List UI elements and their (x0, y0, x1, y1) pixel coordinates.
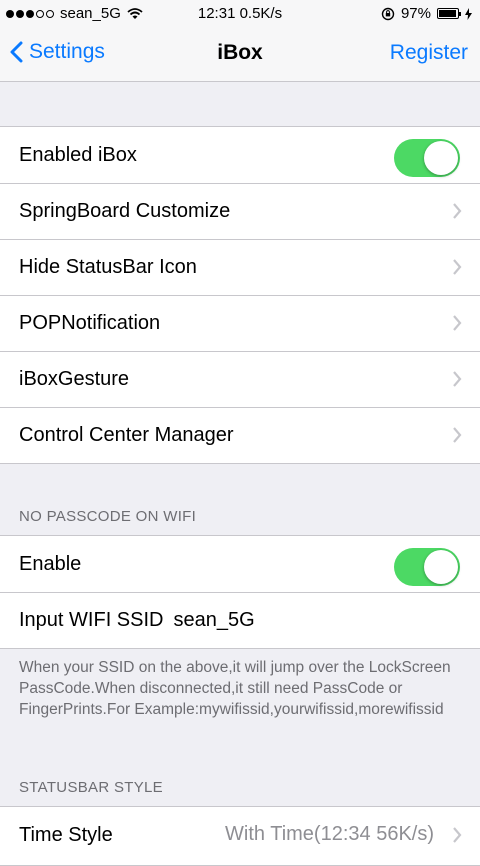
statusbar-style-header: STATUSBAR STYLE (19, 779, 163, 796)
battery-percent: 97% (400, 5, 431, 22)
battery-icon (437, 8, 461, 19)
chevron-right-icon (453, 259, 462, 275)
status-bar: sean_5G 12:31 0.5K/s 97% (0, 0, 480, 28)
row-label: iBoxGesture (19, 367, 130, 390)
register-button[interactable]: Register (390, 41, 468, 65)
iboxgesture-row[interactable]: iBoxGesture (0, 351, 480, 407)
wifi-ssid-row[interactable]: Input WIFI SSID sean_5G (0, 592, 480, 648)
statusbar-style-group: Time Style With Time(12:34 56K/s) (0, 806, 480, 866)
row-label: Control Center Manager (19, 423, 234, 446)
popnotification-row[interactable]: POPNotification (0, 295, 480, 351)
hide-statusbar-icon-row[interactable]: Hide StatusBar Icon (0, 239, 480, 295)
wifi-enable-toggle[interactable] (394, 548, 460, 586)
time-style-row[interactable]: Time Style With Time(12:34 56K/s) (0, 807, 480, 863)
enabled-ibox-row: Enabled iBox (0, 127, 480, 183)
status-bar-right: 97% (381, 5, 472, 22)
rotation-lock-icon (381, 7, 395, 20)
chevron-right-icon (453, 827, 462, 843)
wifi-enable-label: Enable (19, 552, 82, 575)
bolt-icon (465, 7, 472, 20)
control-center-manager-row[interactable]: Control Center Manager (0, 407, 480, 463)
chevron-right-icon (453, 315, 462, 331)
enabled-ibox-label: Enabled iBox (19, 143, 137, 166)
wifi-ssid-input[interactable]: sean_5G (173, 609, 254, 632)
springboard-customize-row[interactable]: SpringBoard Customize (0, 183, 480, 239)
main-settings-group: Enabled iBox SpringBoard Customize Hide … (0, 126, 480, 464)
wifi-enable-row: Enable (0, 536, 480, 592)
wifi-settings-group: Enable Input WIFI SSID sean_5G (0, 535, 480, 649)
time-style-label: Time Style (19, 823, 113, 846)
chevron-right-icon (453, 371, 462, 387)
wifi-section-header: NO PASSCODE ON WIFI (19, 508, 197, 525)
row-label: POPNotification (19, 311, 161, 334)
chevron-right-icon (453, 427, 462, 443)
chevron-right-icon (453, 203, 462, 219)
time-style-value: With Time(12:34 56K/s) (225, 823, 434, 845)
enabled-ibox-toggle[interactable] (394, 139, 460, 177)
navigation-bar: Settings iBox Register (0, 28, 480, 82)
row-label: SpringBoard Customize (19, 199, 231, 222)
wifi-ssid-label: Input WIFI SSID (19, 608, 164, 631)
row-label: Hide StatusBar Icon (19, 255, 197, 278)
wifi-section-footer: When your SSID on the above,it will jump… (19, 659, 451, 718)
